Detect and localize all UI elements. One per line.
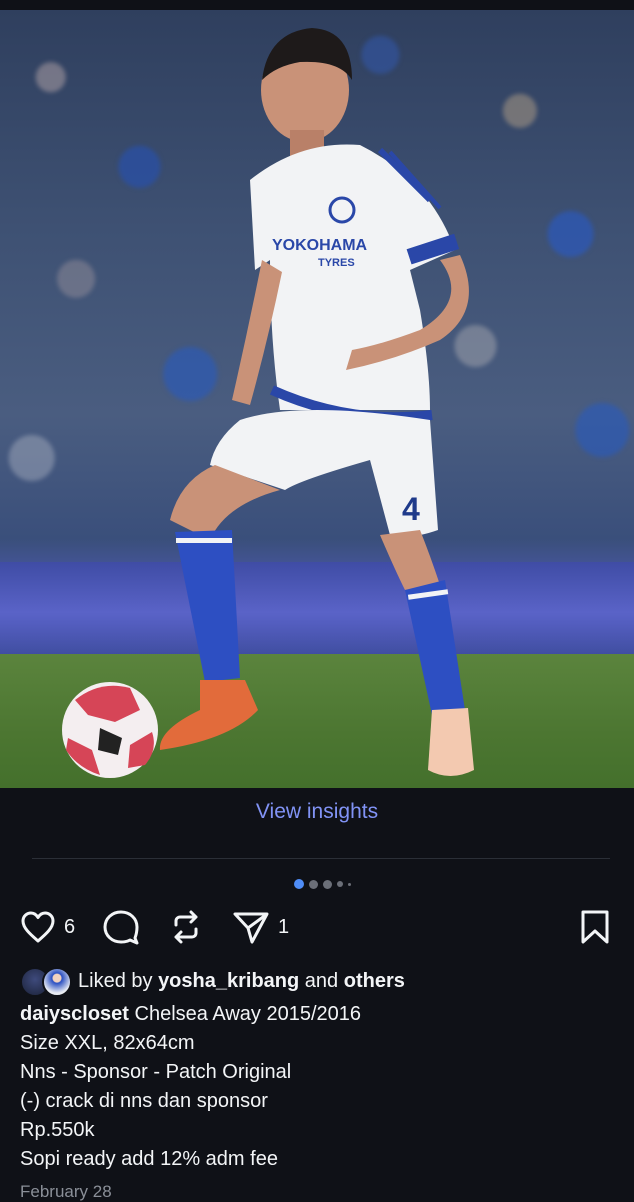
save-action[interactable]: [580, 909, 610, 945]
liker-avatars[interactable]: [20, 966, 72, 997]
carousel-indicator: [294, 879, 351, 889]
caption-line: Size XXL, 82x64cm: [20, 1032, 195, 1054]
carousel-dot: [348, 882, 351, 886]
comment-icon[interactable]: [102, 909, 140, 945]
svg-text:TYRES: TYRES: [318, 257, 355, 269]
caption-line: (-) crack di nns dan sponsor: [20, 1090, 268, 1112]
caption-line: Nns - Sponsor - Patch Original: [20, 1061, 292, 1083]
footballer-figure: YOKOHAMA TYRES 4: [62, 28, 474, 778]
liked-by-others[interactable]: others: [344, 970, 405, 993]
carousel-dot: [337, 881, 343, 887]
post-date: February 28: [20, 1182, 112, 1201]
post-caption: daiyscloset Chelsea Away 2015/2016 Size …: [20, 1000, 620, 1174]
carousel-dot-active: [294, 879, 304, 889]
comment-action[interactable]: [102, 909, 140, 945]
liked-by-and: and: [304, 969, 339, 992]
bookmark-icon[interactable]: [580, 909, 610, 945]
post-actions: 6 1: [0, 905, 634, 951]
avatar: [42, 967, 72, 997]
like-count: 6: [64, 915, 76, 938]
repost-action[interactable]: [168, 909, 204, 945]
caption-line: Sopi ready add 12% adm fee: [20, 1148, 278, 1170]
caption-username[interactable]: daiyscloset: [20, 1003, 129, 1025]
svg-text:YOKOHAMA: YOKOHAMA: [272, 237, 368, 254]
caption-line: Rp.550k: [20, 1119, 95, 1141]
top-bar: [0, 0, 634, 10]
liked-by-prefix: Liked by: [78, 969, 153, 992]
liked-by-row[interactable]: Liked by yosha_kribang and others: [20, 965, 405, 997]
view-insights-link[interactable]: View insights: [0, 800, 634, 824]
caption-title: Chelsea Away 2015/2016: [134, 1003, 361, 1025]
carousel-dot: [309, 879, 318, 889]
carousel-dot: [323, 879, 332, 889]
post-photo[interactable]: YOKOHAMA TYRES 4: [0, 10, 634, 788]
heart-icon[interactable]: [20, 910, 56, 944]
send-icon[interactable]: [232, 909, 270, 945]
like-action[interactable]: 6: [20, 910, 75, 944]
liked-by-user[interactable]: yosha_kribang: [158, 970, 299, 993]
share-action[interactable]: 1: [232, 909, 289, 945]
share-count: 1: [278, 915, 290, 938]
caption-first-line: daiyscloset Chelsea Away 2015/2016: [20, 1000, 620, 1029]
svg-text:4: 4: [402, 491, 420, 527]
repost-icon[interactable]: [168, 909, 204, 945]
divider: [32, 858, 610, 859]
